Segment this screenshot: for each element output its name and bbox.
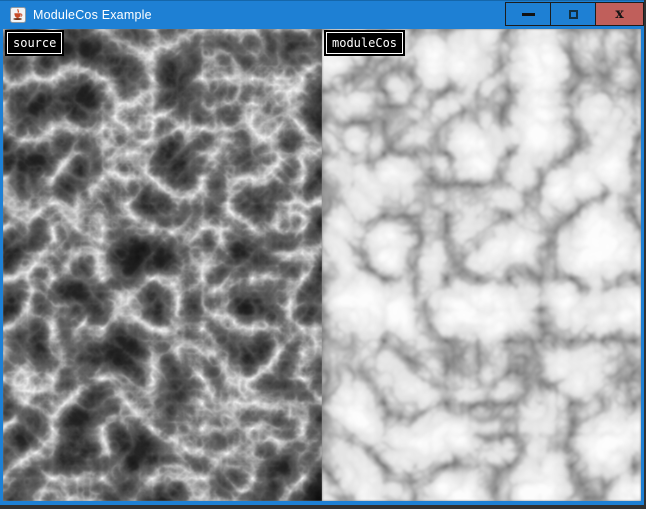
maximize-icon bbox=[569, 10, 578, 19]
app-window: ModuleCos Example x source moduleCos bbox=[0, 0, 644, 505]
titlebar[interactable]: ModuleCos Example x bbox=[0, 1, 644, 29]
source-label: source bbox=[7, 32, 62, 54]
source-noise-image bbox=[3, 29, 322, 501]
minimize-icon bbox=[522, 13, 535, 16]
close-button[interactable]: x bbox=[595, 2, 644, 26]
modulecos-label: moduleCos bbox=[326, 32, 403, 54]
maximize-button[interactable] bbox=[550, 2, 596, 26]
modulecos-noise-image bbox=[322, 29, 641, 501]
source-panel: source bbox=[3, 29, 322, 501]
close-icon: x bbox=[615, 7, 623, 21]
minimize-button[interactable] bbox=[505, 2, 551, 26]
java-coffee-cup-icon bbox=[10, 7, 26, 23]
window-controls: x bbox=[506, 2, 644, 26]
content-area: source moduleCos bbox=[3, 29, 641, 501]
window-title: ModuleCos Example bbox=[33, 8, 152, 22]
modulecos-panel: moduleCos bbox=[322, 29, 641, 501]
